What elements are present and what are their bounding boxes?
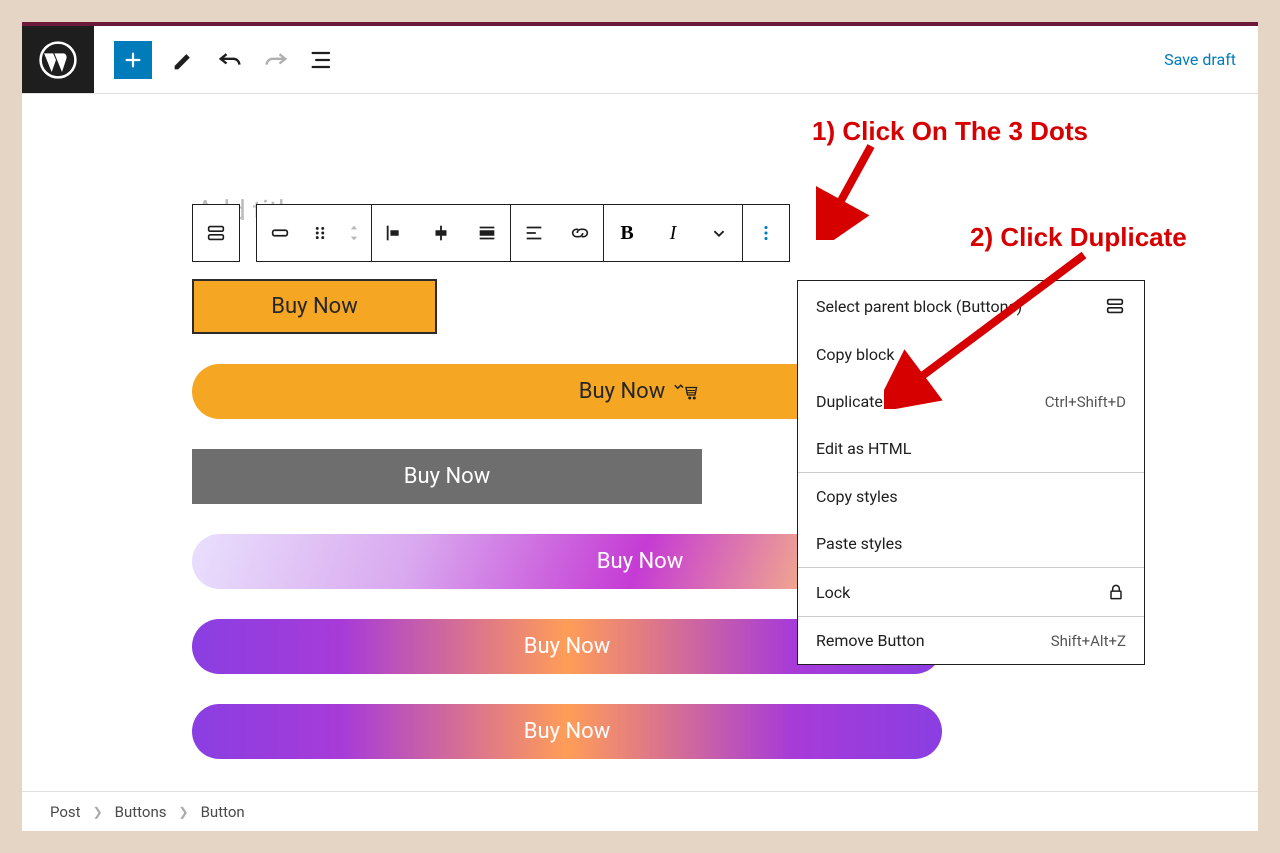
menu-lock[interactable]: Lock	[798, 567, 1144, 616]
annotation-1: 1) Click On The 3 Dots	[812, 116, 1088, 147]
move-updown-button[interactable]	[337, 205, 371, 261]
block-type-button[interactable]	[257, 205, 303, 261]
buy-now-button-6[interactable]: Buy Now	[192, 704, 942, 759]
italic-button[interactable]: I	[650, 205, 696, 261]
block-toolbar-group-transform	[256, 204, 372, 262]
menu-label: Edit as HTML	[816, 439, 911, 458]
menu-remove[interactable]: Remove Button Shift+Alt+Z	[798, 616, 1144, 664]
menu-label: Remove Button	[816, 631, 925, 650]
chevron-right-icon: ❯	[93, 805, 103, 819]
buttons-block-icon	[205, 222, 227, 244]
chevron-down-icon	[708, 222, 730, 244]
plus-icon	[122, 49, 144, 71]
cart-icon	[671, 382, 701, 402]
menu-edit-html[interactable]: Edit as HTML	[798, 425, 1144, 472]
buy-now-button-3[interactable]: Buy Now	[192, 449, 702, 504]
button-block-icon	[269, 222, 291, 244]
align-full-button[interactable]	[464, 205, 510, 261]
move-updown-icon	[343, 222, 365, 244]
top-left-tools	[94, 26, 336, 93]
button-label: Buy Now	[524, 719, 610, 744]
save-draft-link[interactable]: Save draft	[1164, 50, 1236, 69]
button-label: Buy Now	[597, 549, 683, 574]
document-outline-button[interactable]	[308, 46, 336, 74]
block-toolbar-group-more	[742, 204, 790, 262]
top-toolbar: Save draft	[22, 26, 1258, 94]
menu-label: Copy styles	[816, 487, 898, 506]
align-center-icon	[430, 222, 452, 244]
undo-button[interactable]	[216, 46, 244, 74]
text-align-button[interactable]	[511, 205, 557, 261]
menu-label: Copy block	[816, 345, 894, 364]
block-toolbar-group-align	[371, 204, 511, 262]
breadcrumb-item[interactable]: Post	[50, 803, 81, 821]
drag-icon	[309, 222, 331, 244]
button-label: Buy Now	[271, 294, 357, 319]
align-left-icon	[384, 222, 406, 244]
block-toolbar-group-link	[510, 204, 604, 262]
lock-icon	[1106, 582, 1126, 602]
menu-copy-styles[interactable]: Copy styles	[798, 472, 1144, 520]
button-label: Buy Now	[579, 379, 665, 404]
add-block-button[interactable]	[114, 41, 152, 79]
align-center-button[interactable]	[418, 205, 464, 261]
link-button[interactable]	[557, 205, 603, 261]
menu-label: Duplicate	[816, 392, 883, 411]
select-buttons-block-button[interactable]	[193, 205, 239, 261]
arrow-1	[816, 140, 886, 240]
arrow-2	[884, 249, 1094, 409]
button-label: Buy Now	[524, 634, 610, 659]
more-text-button[interactable]	[696, 205, 742, 261]
editor-frame: Save draft Add title	[22, 22, 1258, 831]
link-icon	[569, 222, 591, 244]
undo-icon	[216, 46, 244, 74]
menu-paste-styles[interactable]: Paste styles	[798, 520, 1144, 567]
wordpress-icon	[39, 41, 77, 79]
breadcrumb: Post ❯ Buttons ❯ Button	[22, 791, 1258, 831]
breadcrumb-item[interactable]: Button	[201, 803, 245, 821]
align-full-icon	[476, 222, 498, 244]
redo-button[interactable]	[262, 46, 290, 74]
menu-shortcut: Shift+Alt+Z	[1051, 632, 1126, 650]
drag-handle[interactable]	[303, 205, 337, 261]
menu-label: Lock	[816, 583, 850, 602]
top-right-tools: Save draft	[1164, 26, 1258, 93]
buttons-block-icon	[1104, 295, 1126, 317]
three-dots-icon	[755, 222, 777, 244]
wordpress-logo[interactable]	[22, 26, 94, 93]
annotation-2: 2) Click Duplicate	[970, 222, 1187, 253]
buy-now-button-1[interactable]: Buy Now	[192, 279, 437, 334]
pencil-icon	[170, 46, 198, 74]
chevron-right-icon: ❯	[179, 805, 189, 819]
block-options-button[interactable]	[743, 205, 789, 261]
block-toolbar-group-text: B I	[603, 204, 743, 262]
align-left-button[interactable]	[372, 205, 418, 261]
bold-button[interactable]: B	[604, 205, 650, 261]
block-toolbar: B I	[192, 204, 790, 262]
redo-icon	[262, 46, 290, 74]
breadcrumb-item[interactable]: Buttons	[115, 803, 167, 821]
button-label: Buy Now	[404, 464, 490, 489]
editor-canvas: Add title	[22, 94, 1258, 791]
menu-label: Paste styles	[816, 534, 902, 553]
block-toolbar-group-parent	[192, 204, 240, 262]
list-icon	[308, 46, 336, 74]
text-align-icon	[523, 222, 545, 244]
edit-mode-button[interactable]	[170, 46, 198, 74]
